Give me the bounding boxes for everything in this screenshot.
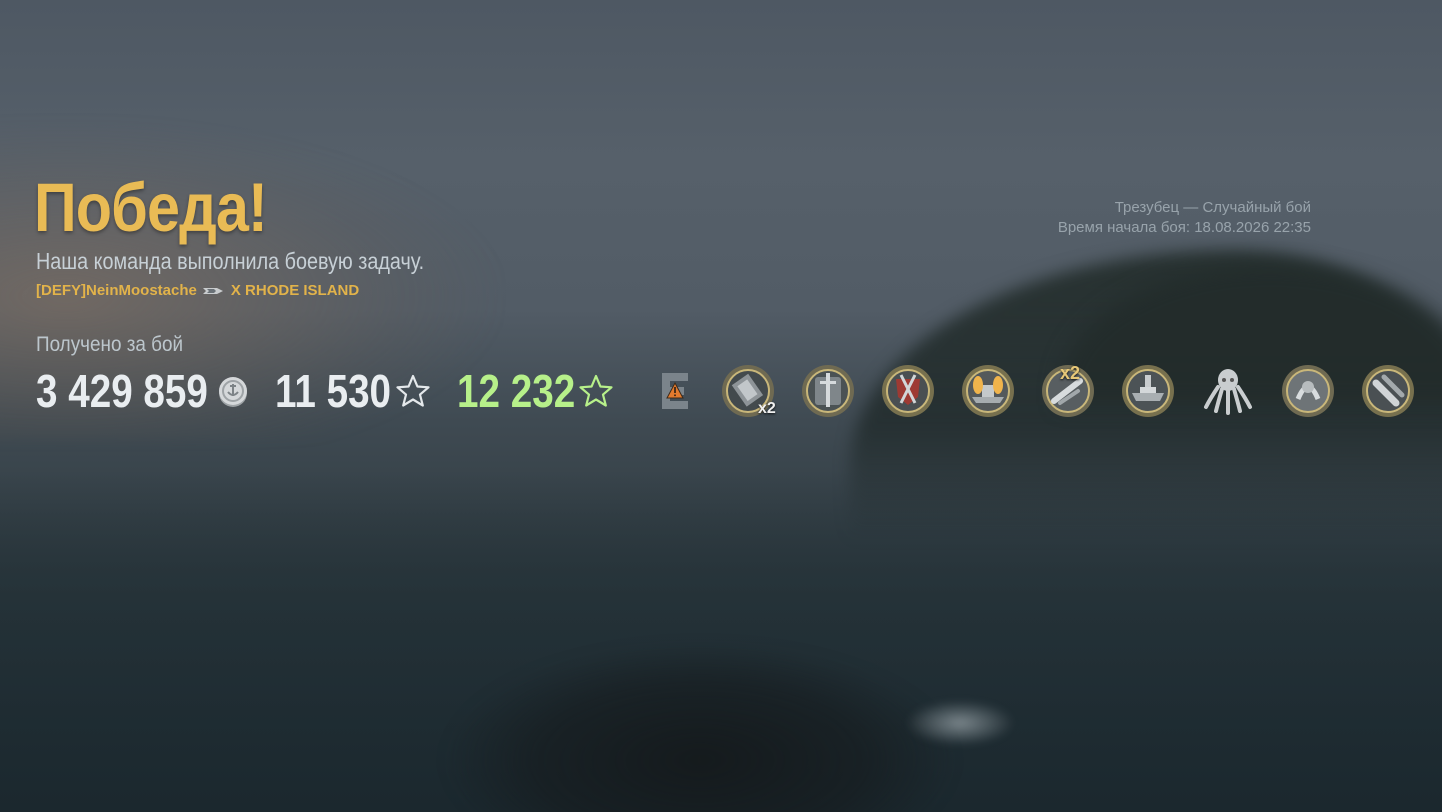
battle-start-time: Время начала боя: 18.08.2026 22:35 (1057, 219, 1311, 236)
earned-label: Получено за бой (36, 333, 184, 356)
medal-multiplier: x2 (758, 400, 776, 417)
free-xp-reward: 12 232 (457, 364, 614, 418)
ship-silhouette (440, 640, 960, 812)
warship-medal-icon[interactable] (1120, 363, 1176, 419)
credits-reward: 3 429 859 (36, 364, 251, 418)
warning-flag-icon[interactable] (658, 371, 692, 411)
credits-value: 3 429 859 (36, 365, 208, 417)
battleship-class-icon (202, 287, 223, 294)
sword-medal-icon[interactable] (800, 363, 856, 419)
red-shield-medal-icon[interactable] (880, 363, 936, 419)
xp-star-icon (396, 374, 430, 407)
wave-foam (905, 700, 1015, 746)
player-name[interactable]: [DEFY]NeinMoostache (36, 282, 197, 299)
shells-medal-icon[interactable] (1360, 363, 1416, 419)
xp-reward: 11 530 (275, 364, 431, 418)
map-and-mode: Трезубец — Случайный бой (1114, 199, 1311, 216)
confederate-medal-icon[interactable] (1280, 363, 1336, 419)
kraken-medal-icon[interactable] (1200, 363, 1256, 419)
battle-results-screen: Победа! Наша команда выполнила боевую за… (0, 0, 1442, 812)
xp-value: 11 530 (275, 365, 392, 417)
credits-coin-icon (218, 377, 247, 407)
battle-info: Трезубец — Случайный бой Время начала бо… (1058, 198, 1311, 238)
free-xp-value: 12 232 (457, 365, 576, 417)
torpedo-medal-icon[interactable]: x2 (1040, 363, 1096, 419)
burning-ship-medal-icon[interactable] (960, 363, 1016, 419)
medal-multiplier: x2 (1060, 363, 1081, 383)
ship-name[interactable]: X RHODE ISLAND (231, 282, 359, 299)
result-title: Победа! (34, 169, 268, 246)
result-subtitle: Наша команда выполнила боевую задачу. (36, 248, 425, 274)
free-xp-star-icon (579, 374, 613, 407)
player-info: [DEFY]NeinMoostache X RHODE ISLAND (36, 282, 359, 299)
shell-hits-medal-icon[interactable]: x2 (720, 363, 776, 419)
